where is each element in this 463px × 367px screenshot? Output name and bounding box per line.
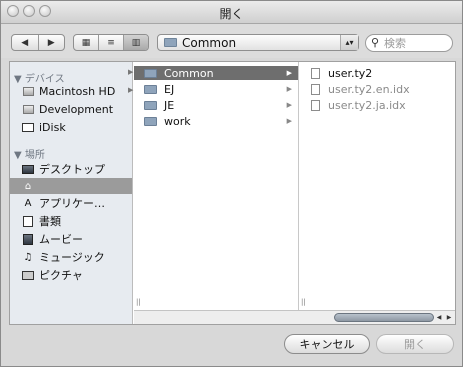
list-item-common[interactable]: Common ▶ [134, 66, 298, 80]
sidebar-item-home[interactable]: ⌂ [10, 178, 132, 194]
column-view-icon: ▥ [131, 37, 141, 48]
list-item-user-ty2[interactable]: user.ty2 [299, 66, 455, 80]
sidebar-item-label: Macintosh HD [39, 84, 116, 98]
folder-icon [144, 116, 157, 126]
horizontal-scrollbar[interactable]: ◀ ▶ [134, 310, 455, 324]
path-popup-label: Common [182, 36, 237, 50]
popup-arrows-icon: ▴▾ [340, 35, 358, 50]
sidebar-item-development[interactable]: Development [14, 101, 128, 117]
list-item-label: EJ [164, 82, 175, 96]
list-item-label: user.ty2.en.idx [328, 82, 410, 96]
list-item-label: user.ty2.ja.idx [328, 98, 406, 112]
hard-disk-icon [22, 86, 34, 97]
movies-icon [22, 233, 34, 245]
title-bar: 開く [1, 1, 462, 24]
eject-icon[interactable]: ▶ [128, 86, 133, 94]
forward-button[interactable]: ▶ [39, 35, 65, 50]
home-icon: ⌂ [24, 180, 32, 192]
back-button[interactable]: ◀ [12, 35, 39, 50]
document-icon [311, 83, 320, 95]
sidebar-item-applications[interactable]: A アプリケー… [14, 195, 128, 211]
list-view-button[interactable]: ≡ [99, 35, 124, 50]
icon-view-icon: ▦ [81, 37, 91, 48]
browser-column-2: user.ty2 user.ty2.en.idx user.ty2.ja.idx… [299, 62, 455, 310]
sidebar-item-label: ピクチャ [39, 269, 83, 282]
pictures-icon [22, 270, 34, 281]
list-item-work[interactable]: work ▶ [134, 114, 298, 128]
desktop-icon [22, 164, 34, 175]
disclosure-arrow-icon: ▶ [286, 101, 292, 109]
sidebar-item-label: ムービー [39, 233, 83, 246]
list-item-label: user.ty2 [328, 66, 373, 80]
sidebar-item-desktop[interactable]: デスクトップ [14, 161, 128, 177]
window-title: 開く [219, 7, 244, 21]
disclosure-arrow-icon: ▶ [286, 85, 292, 93]
list-item-label: work [164, 114, 191, 128]
folder-icon [144, 84, 157, 94]
eject-icon[interactable]: ▶ [128, 68, 133, 76]
documents-icon [22, 215, 34, 227]
document-icon [311, 99, 320, 111]
scroll-right-icon[interactable]: ▶ [444, 312, 454, 323]
idisk-icon [22, 122, 34, 133]
applications-icon: A [24, 197, 32, 209]
folder-icon [164, 38, 177, 47]
document-icon [311, 67, 320, 79]
list-item-label: JE [164, 98, 175, 112]
open-dialog-window: 開く ◀ ▶ ▦ ≡ ▥ Common ▴▾ ⚲ ▼ デバイス ▶ Macint… [0, 0, 463, 367]
list-item-ej[interactable]: EJ ▶ [134, 82, 298, 96]
list-item-je[interactable]: JE ▶ [134, 98, 298, 112]
column-resize-handle[interactable]: || [301, 298, 306, 306]
column-view-button[interactable]: ▥ [124, 35, 148, 50]
sidebar-item-pictures[interactable]: ピクチャ [14, 267, 128, 283]
back-arrow-icon: ◀ [21, 37, 29, 48]
sidebar-item-label: デスクトップ [39, 163, 105, 176]
toolbar: ◀ ▶ ▦ ≡ ▥ Common ▴▾ ⚲ [1, 24, 462, 58]
search-input[interactable] [384, 36, 448, 50]
list-item-user-ty2-en-idx: user.ty2.en.idx [299, 82, 455, 96]
browser-column-1: Common ▶ EJ ▶ JE ▶ work ▶ || [134, 62, 299, 310]
list-item-label: Common [164, 66, 214, 80]
forward-arrow-icon: ▶ [47, 37, 55, 48]
folder-icon [144, 100, 157, 110]
sidebar-item-label: ミュージック [39, 251, 105, 264]
scroll-left-icon[interactable]: ◀ [434, 312, 444, 323]
cancel-button[interactable]: キャンセル [284, 334, 370, 354]
scrollbar-thumb[interactable] [334, 313, 434, 322]
open-button[interactable]: 開く [376, 334, 454, 354]
music-icon: ♫ [23, 251, 33, 263]
sidebar-item-documents[interactable]: 書類 [14, 213, 128, 229]
file-browser: ▼ デバイス ▶ Macintosh HD ▶ Development iDis… [9, 61, 456, 325]
sidebar-item-movies[interactable]: ムービー [14, 231, 128, 247]
sidebar-item-label: 書類 [39, 215, 61, 228]
sidebar-item-label: Development [39, 102, 114, 116]
disclosure-arrow-icon: ▶ [286, 69, 292, 77]
icon-view-button[interactable]: ▦ [74, 35, 99, 50]
back-forward-control: ◀ ▶ [11, 34, 65, 51]
sidebar-section-places: ▼ 場所 [14, 150, 45, 161]
sidebar-item-idisk[interactable]: iDisk [14, 119, 128, 135]
view-mode-control: ▦ ≡ ▥ [73, 34, 149, 51]
hard-disk-icon [22, 104, 34, 115]
disclosure-arrow-icon: ▶ [286, 117, 292, 125]
sidebar-item-music[interactable]: ♫ ミュージック [14, 249, 128, 265]
sidebar: ▼ デバイス ▶ Macintosh HD ▶ Development iDis… [10, 62, 133, 324]
folder-icon [144, 68, 157, 78]
sidebar-item-label: iDisk [39, 120, 66, 134]
search-icon: ⚲ [371, 36, 380, 49]
list-view-icon: ≡ [107, 37, 115, 48]
search-field[interactable]: ⚲ [365, 34, 453, 52]
sidebar-item-macintosh-hd[interactable]: Macintosh HD [14, 83, 128, 99]
sidebar-item-label: アプリケー… [39, 197, 105, 210]
column-resize-handle[interactable]: || [136, 298, 141, 306]
list-item-user-ty2-ja-idx: user.ty2.ja.idx [299, 98, 455, 112]
path-popup[interactable]: Common ▴▾ [157, 34, 359, 51]
